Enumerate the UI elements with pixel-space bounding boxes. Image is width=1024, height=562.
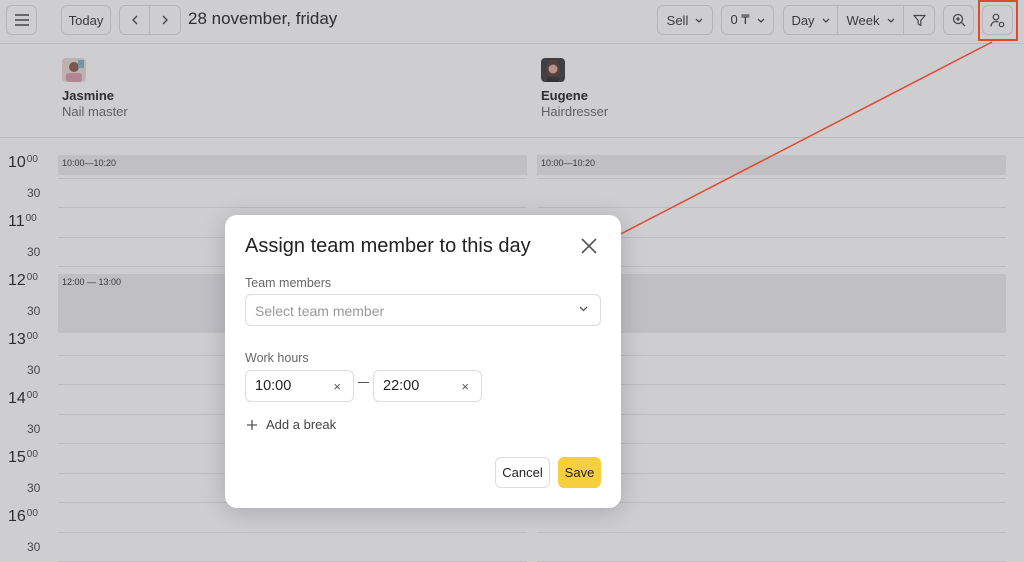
plus-icon xyxy=(247,419,257,430)
team-members-label: Team members xyxy=(245,276,332,290)
end-time-field[interactable]: 22:00 × xyxy=(373,370,482,402)
time-range-dash xyxy=(358,382,369,383)
clear-icon[interactable]: × xyxy=(461,379,469,394)
close-icon[interactable] xyxy=(580,237,598,255)
work-hours-label: Work hours xyxy=(245,351,309,365)
dialog-title: Assign team member to this day xyxy=(245,235,531,257)
add-break-button[interactable]: Add a break xyxy=(247,417,336,432)
chevron-down-icon xyxy=(579,306,588,312)
select-placeholder: Select team member xyxy=(255,303,385,319)
assign-team-member-dialog: Assign team member to this day Team memb… xyxy=(225,215,621,508)
add-break-label: Add a break xyxy=(266,417,337,432)
end-time-value: 22:00 xyxy=(383,378,420,394)
clear-icon[interactable]: × xyxy=(333,379,341,394)
team-member-select[interactable]: Select team member xyxy=(245,294,601,326)
start-time-value: 10:00 xyxy=(255,378,292,394)
save-button[interactable]: Save xyxy=(558,457,601,488)
cancel-button[interactable]: Cancel xyxy=(495,457,550,488)
start-time-field[interactable]: 10:00 × xyxy=(245,370,354,402)
